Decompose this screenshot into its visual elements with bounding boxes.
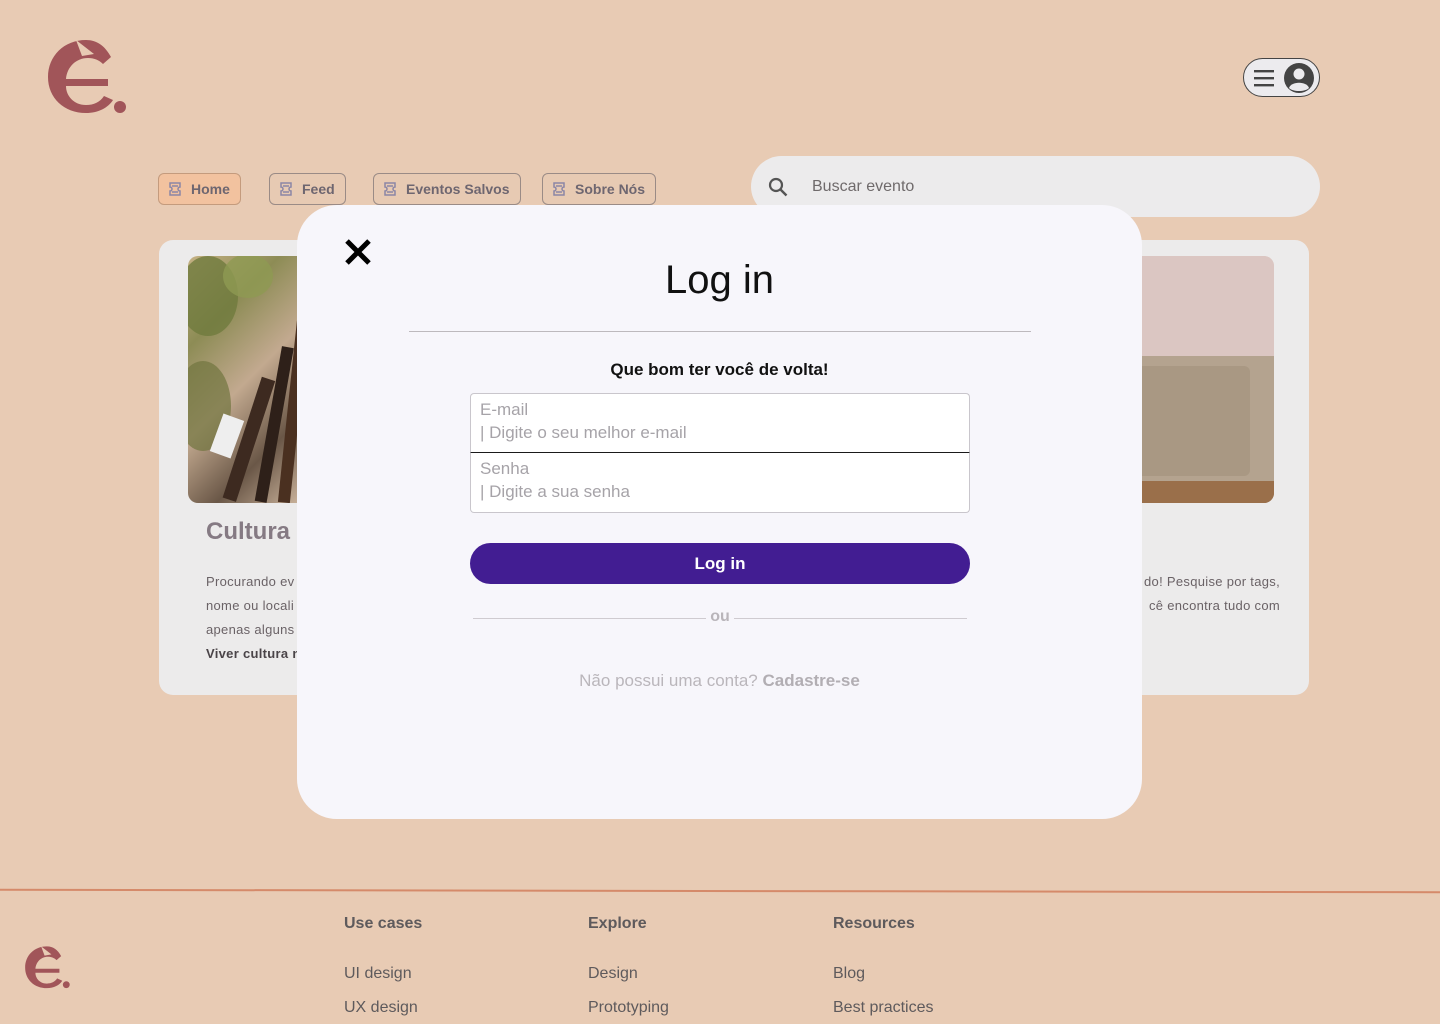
footer-link[interactable]: UI design	[344, 965, 412, 983]
search-icon[interactable]	[768, 177, 788, 197]
email-field[interactable]: E-mail | Digite o seu melhor e-mail	[470, 393, 970, 453]
card-description-right: do! Pesquise por tags, cê encontra tudo …	[1140, 570, 1280, 618]
divider	[409, 331, 1031, 332]
footer-heading-resources: Resources	[833, 915, 915, 932]
welcome-text: Que bom ter você de volta!	[610, 360, 829, 379]
ticket-icon	[384, 182, 396, 196]
search-input[interactable]	[812, 177, 1232, 196]
user-menu-button[interactable]	[1243, 58, 1320, 97]
card-text-bold: Viver cultura n	[206, 646, 298, 661]
ticket-icon	[280, 182, 292, 196]
card-text-line: nome ou locali	[206, 598, 295, 613]
email-label: E-mail	[480, 400, 529, 419]
tab-label: Feed	[302, 181, 335, 197]
logo[interactable]	[46, 36, 130, 116]
modal-title: Log in	[665, 258, 774, 302]
login-button[interactable]: Log in	[470, 543, 970, 584]
tab-sobre-nos[interactable]: Sobre Nós	[542, 173, 657, 205]
signup-link[interactable]: Cadastre-se	[763, 671, 860, 690]
card-text-line: Procurando ev	[206, 574, 295, 589]
hamburger-icon	[1254, 69, 1274, 86]
ticket-icon	[553, 182, 565, 196]
divider-left	[473, 618, 706, 619]
ticket-icon	[169, 182, 181, 196]
footer-heading-use-cases: Use cases	[344, 915, 423, 932]
card-text-line: cê encontra tudo com	[1148, 598, 1280, 613]
card-title: Cultura e	[206, 518, 298, 545]
password-label: Senha	[480, 459, 530, 478]
footer-logo[interactable]	[24, 944, 72, 990]
tab-eventos-salvos[interactable]: Eventos Salvos	[373, 173, 521, 205]
user-circle-icon	[1284, 62, 1314, 93]
password-field[interactable]: Senha | Digite a sua senha	[470, 453, 970, 513]
password-placeholder: | Digite a sua senha	[480, 482, 630, 501]
card-text-line: do! Pesquise por tags,	[1144, 574, 1280, 589]
tab-home[interactable]: Home	[158, 173, 241, 205]
tab-label: Eventos Salvos	[406, 181, 510, 197]
signup-question: Não possui uma conta?	[579, 671, 758, 690]
speaker-image	[1130, 256, 1274, 503]
signup-prompt: Não possui uma conta? Cadastre-se	[297, 671, 1142, 691]
guitar-image	[188, 256, 308, 503]
card-text-line: apenas alguns	[206, 622, 295, 637]
footer-link[interactable]: Best practices	[833, 999, 933, 1017]
footer-link[interactable]: UX design	[344, 999, 418, 1017]
footer-link[interactable]: Design	[588, 965, 638, 983]
footer-heading-explore: Explore	[588, 915, 647, 932]
footer-divider	[0, 888, 1440, 894]
divider-text: ou	[710, 608, 730, 625]
tab-feed[interactable]: Feed	[269, 173, 346, 205]
divider-right	[734, 618, 967, 619]
footer-link[interactable]: Prototyping	[588, 999, 669, 1017]
card-description-left: Procurando ev nome ou locali apenas algu…	[206, 570, 298, 666]
tab-label: Home	[191, 181, 230, 197]
tab-label: Sobre Nós	[575, 181, 646, 197]
email-placeholder: | Digite o seu melhor e-mail	[480, 423, 687, 442]
footer-link[interactable]: Blog	[833, 965, 865, 983]
